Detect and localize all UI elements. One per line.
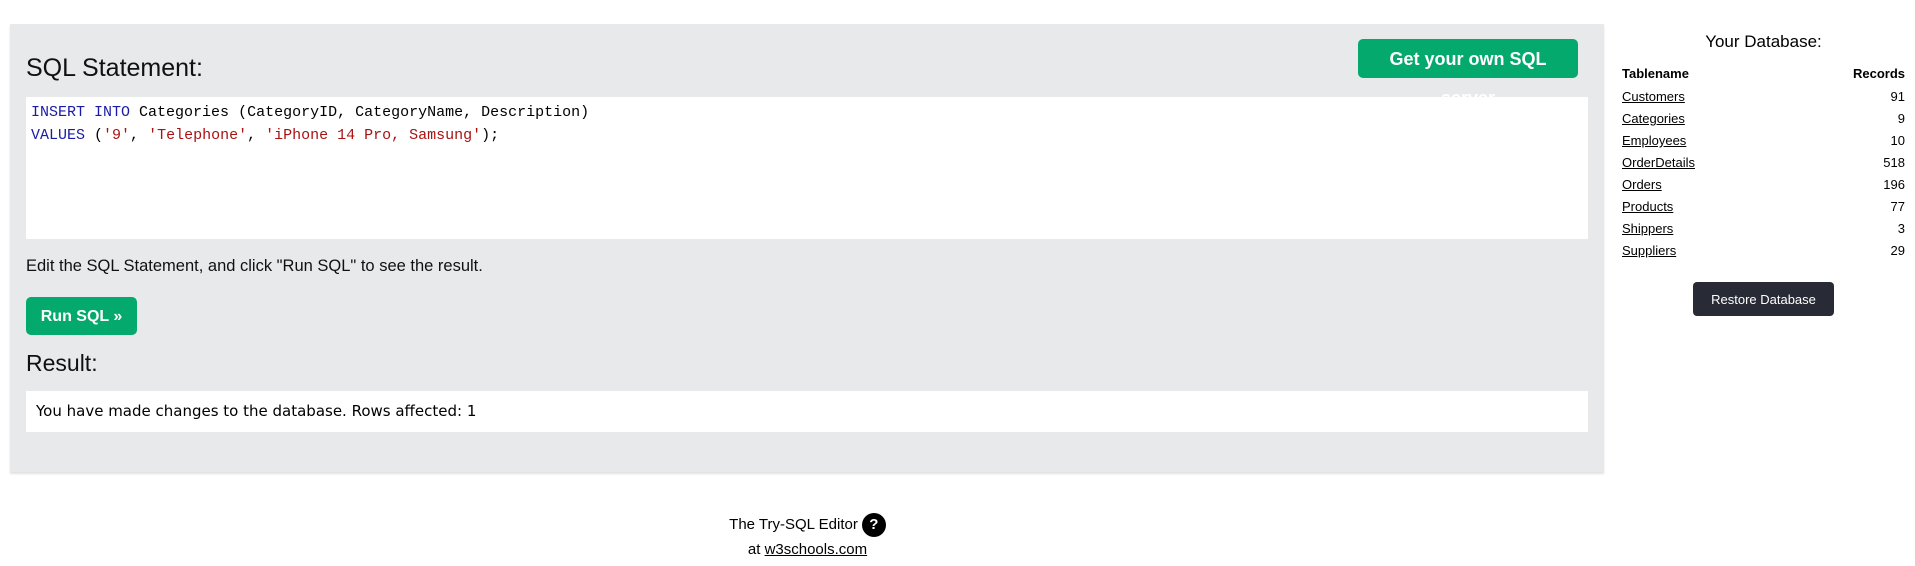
sql-string: 'iPhone 14 Pro, Samsung' (265, 127, 482, 144)
table-link-orders[interactable]: Orders (1622, 177, 1662, 192)
instructions-text: Edit the SQL Statement, and click "Run S… (26, 257, 483, 275)
sql-text: Categories (CategoryID, CategoryName, De… (130, 104, 590, 121)
table-link-customers[interactable]: Customers (1622, 89, 1685, 104)
table-link-shippers[interactable]: Shippers (1622, 221, 1673, 236)
table-link-products[interactable]: Products (1622, 199, 1673, 214)
sql-text: , (130, 127, 149, 144)
table-row: Customers 91 (1622, 86, 1905, 108)
record-count: 518 (1883, 155, 1905, 170)
result-heading: Result: (26, 350, 98, 376)
sql-string: '9' (103, 127, 131, 144)
sql-editor-panel: SQL Statement: Get your own SQL server I… (10, 24, 1604, 472)
result-output: You have made changes to the database. R… (26, 391, 1588, 432)
sql-text: ); (481, 127, 500, 144)
sql-keyword: INTO (94, 104, 131, 121)
table-row: Employees 10 (1622, 130, 1905, 152)
record-count: 196 (1883, 177, 1905, 192)
footer: The Try-SQL Editor? at w3schools.com (0, 512, 1615, 562)
record-count: 77 (1890, 199, 1905, 214)
footer-line-1: The Try-SQL Editor? (0, 512, 1615, 538)
sql-keyword: VALUES (31, 127, 86, 144)
w3schools-link[interactable]: w3schools.com (765, 541, 868, 558)
table-link-orderdetails[interactable]: OrderDetails (1622, 155, 1695, 170)
sql-string: 'Telephone' (148, 127, 248, 144)
table-row: Products 77 (1622, 196, 1905, 218)
table-header-row: Tablename Records (1622, 64, 1905, 86)
table-link-suppliers[interactable]: Suppliers (1622, 243, 1676, 258)
database-sidebar: Your Database: Tablename Records Custome… (1622, 30, 1905, 316)
sql-keyword: INSERT (31, 104, 86, 121)
table-link-employees[interactable]: Employees (1622, 133, 1686, 148)
sql-text: , (247, 127, 266, 144)
tablename-column-header: Tablename (1622, 66, 1689, 81)
sql-text: ( (85, 127, 104, 144)
database-table: Tablename Records Customers 91 Categories… (1622, 64, 1905, 262)
record-count: 10 (1890, 133, 1905, 148)
record-count: 91 (1890, 89, 1905, 104)
footer-title: The Try-SQL Editor (729, 516, 858, 533)
help-icon[interactable]: ? (861, 513, 886, 538)
restore-database-button[interactable]: Restore Database (1693, 282, 1834, 316)
records-column-header: Records (1852, 66, 1905, 81)
record-count: 3 (1897, 221, 1905, 236)
table-row: Suppliers 29 (1622, 240, 1905, 262)
your-database-heading: Your Database: (1705, 32, 1822, 51)
table-row: Shippers 3 (1622, 218, 1905, 240)
record-count: 9 (1897, 111, 1905, 126)
footer-line-2: at w3schools.com (0, 537, 1615, 562)
footer-at: at (747, 541, 765, 559)
get-own-sql-server-button[interactable]: Get your own SQL server (1358, 39, 1578, 108)
table-row: Orders 196 (1622, 174, 1905, 196)
sql-code-editor[interactable]: INSERT INTO Categories (CategoryID, Cate… (26, 97, 1588, 239)
sql-statement-heading: SQL Statement: (26, 54, 203, 82)
table-link-categories[interactable]: Categories (1622, 111, 1685, 126)
table-row: OrderDetails 518 (1622, 152, 1905, 174)
run-sql-button[interactable]: Run SQL » (26, 297, 137, 335)
record-count: 29 (1890, 243, 1905, 258)
table-row: Categories 9 (1622, 108, 1905, 130)
